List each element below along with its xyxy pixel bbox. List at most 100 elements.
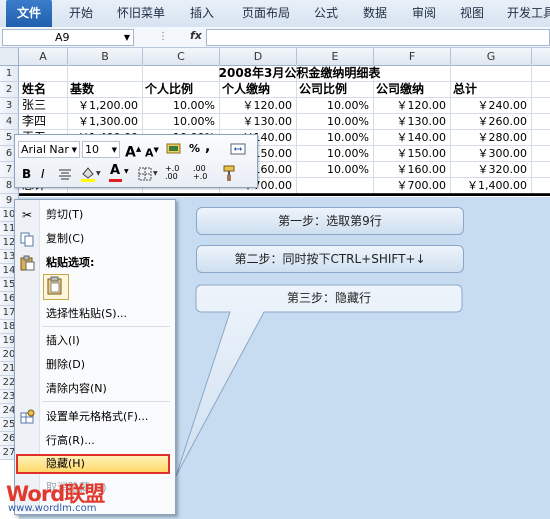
insert-function-icon[interactable]: fx	[190, 29, 204, 44]
header-cell-personal-rate[interactable]: 个人比例	[145, 82, 219, 97]
menu-item-insert[interactable]: 插入(I)	[46, 332, 80, 350]
mini-toolbar: Arial Nar ▼ 10 ▼ A▲ A▼ % , B I ▼ A ▼ ▼ +…	[14, 134, 258, 188]
tab-data[interactable]: 数据	[354, 0, 396, 27]
select-all-corner[interactable]	[0, 48, 19, 66]
menu-item-hide[interactable]: 隐藏(H)	[46, 455, 85, 473]
menu-item-cut[interactable]: 剪切(T)	[46, 206, 83, 224]
tab-home[interactable]: 开始	[60, 0, 102, 27]
menu-item-paste-options: 粘贴选项:	[46, 256, 95, 269]
italic-button[interactable]: I	[41, 166, 45, 182]
tab-insert[interactable]: 插入	[180, 0, 224, 27]
table-cell[interactable]: 李四	[22, 114, 67, 129]
table-cell[interactable]: ￥1,300.00	[68, 114, 142, 129]
clipboard-icon	[47, 276, 62, 295]
column-header-c[interactable]: C	[143, 48, 220, 66]
row-header-1[interactable]: 1	[0, 66, 19, 82]
column-header-e[interactable]: E	[297, 48, 374, 66]
accounting-format-icon[interactable]	[165, 141, 183, 157]
table-cell[interactable]: ￥700.00	[374, 178, 450, 193]
header-cell-company-payment[interactable]: 公司缴纳	[376, 82, 450, 97]
font-color-button[interactable]: A ▼	[108, 163, 130, 182]
menu-item-row-height[interactable]: 行高(R)...	[46, 432, 95, 450]
header-cell-personal-payment[interactable]: 个人缴纳	[222, 82, 296, 97]
chevron-down-icon: ▼	[111, 146, 117, 154]
svg-text:▼: ▼	[96, 170, 101, 177]
fill-color-icon[interactable]: ▼	[79, 165, 101, 183]
row-header-3[interactable]: 3	[0, 98, 19, 114]
align-center-icon[interactable]	[57, 166, 73, 182]
table-cell[interactable]: ￥240.00	[451, 98, 531, 113]
menu-item-paste-special[interactable]: 选择性粘贴(S)...	[46, 305, 127, 323]
tab-developer[interactable]: 开发工具	[500, 0, 550, 27]
table-cell[interactable]: ￥130.00	[220, 114, 296, 129]
svg-text:▼: ▼	[153, 170, 158, 177]
table-cell[interactable]: ￥150.00	[374, 146, 450, 161]
font-size-value: 10	[85, 143, 99, 156]
table-cell[interactable]: 10.00%	[143, 114, 219, 129]
menu-item-delete[interactable]: 删除(D)	[46, 356, 85, 374]
shrink-font-button[interactable]: A▼	[145, 142, 159, 162]
chevron-down-icon[interactable]: ▼	[124, 30, 130, 45]
tab-view[interactable]: 视图	[452, 0, 492, 27]
comma-style-button[interactable]: ,	[205, 139, 210, 155]
menu-item-format-cells[interactable]: 设置单元格格式(F)...	[46, 408, 148, 426]
scissors-icon: ✂	[21, 208, 33, 222]
menu-item-copy[interactable]: 复制(C)	[46, 230, 84, 248]
formula-bar-grip-icon[interactable]: ⋮	[150, 31, 180, 43]
tab-formulas[interactable]: 公式	[306, 0, 346, 27]
table-cell[interactable]: ￥120.00	[220, 98, 296, 113]
tab-review[interactable]: 审阅	[404, 0, 444, 27]
table-cell[interactable]: 10.00%	[297, 130, 373, 145]
table-cell[interactable]: ￥300.00	[451, 146, 531, 161]
table-cell[interactable]: ￥160.00	[374, 162, 450, 177]
column-header-a[interactable]: A	[19, 48, 68, 66]
increase-decimal-icon[interactable]: +.0 .00	[165, 165, 189, 183]
tab-page-layout[interactable]: 页面布局	[234, 0, 298, 27]
column-header-d[interactable]: D	[220, 48, 297, 66]
table-cell[interactable]: ￥320.00	[451, 162, 531, 177]
merge-center-icon[interactable]	[229, 141, 247, 157]
table-cell[interactable]: 10.00%	[297, 146, 373, 161]
table-cell[interactable]: ￥120.00	[374, 98, 450, 113]
header-cell-total[interactable]: 总计	[453, 82, 531, 97]
name-box-value: A9	[55, 31, 70, 44]
table-cell[interactable]: ￥260.00	[451, 114, 531, 129]
column-header-g[interactable]: G	[451, 48, 532, 66]
callout-step-3-pointer	[175, 284, 463, 477]
table-cell[interactable]: ￥130.00	[374, 114, 450, 129]
format-painter-icon[interactable]	[221, 164, 239, 182]
table-cell[interactable]: 10.00%	[297, 98, 373, 113]
table-cell[interactable]: 10.00%	[297, 114, 373, 129]
table-cell[interactable]: 10.00%	[143, 98, 219, 113]
borders-icon[interactable]: ▼	[137, 165, 159, 183]
format-cells-icon	[19, 409, 35, 425]
name-box[interactable]: A9 ▼	[2, 29, 134, 46]
row-header-4[interactable]: 4	[0, 114, 19, 130]
grow-font-button[interactable]: A▲	[125, 141, 141, 161]
table-cell[interactable]: 10.00%	[297, 162, 373, 177]
font-size-select[interactable]: 10 ▼	[82, 141, 120, 158]
paste-icon	[19, 255, 35, 271]
tab-file[interactable]: 文件	[6, 0, 52, 27]
table-cell[interactable]: 张三	[22, 98, 67, 113]
decrease-decimal-icon[interactable]: .00 +.0	[193, 165, 217, 183]
menu-item-hide-highlight[interactable]	[16, 454, 170, 474]
column-header-f[interactable]: F	[374, 48, 451, 66]
percent-style-button[interactable]: %	[189, 141, 200, 157]
table-cell[interactable]: ￥1,400.00	[451, 178, 531, 193]
tab-classic-menu[interactable]: 怀旧菜单	[110, 0, 172, 27]
bold-button[interactable]: B	[22, 166, 31, 182]
paste-option-button[interactable]	[43, 274, 69, 300]
column-header-b[interactable]: B	[68, 48, 143, 66]
font-name-select[interactable]: Arial Nar ▼	[18, 141, 80, 158]
menu-item-clear-contents[interactable]: 清除内容(N)	[46, 380, 107, 398]
menu-separator	[42, 326, 170, 327]
header-cell-name[interactable]: 姓名	[22, 82, 67, 97]
table-cell[interactable]: ￥140.00	[374, 130, 450, 145]
table-cell[interactable]: ￥1,200.00	[68, 98, 142, 113]
row-header-2[interactable]: 2	[0, 82, 19, 98]
formula-input[interactable]	[206, 29, 550, 46]
header-cell-base[interactable]: 基数	[70, 82, 142, 97]
header-cell-company-rate[interactable]: 公司比例	[299, 82, 373, 97]
table-cell[interactable]: ￥280.00	[451, 130, 531, 145]
